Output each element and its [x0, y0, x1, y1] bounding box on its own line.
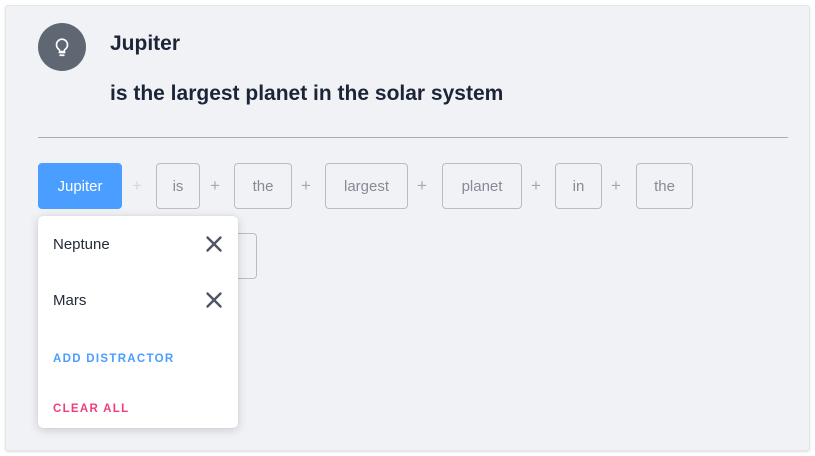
token-in[interactable]: in [555, 163, 602, 209]
answer-word: Jupiter [110, 32, 181, 55]
plus-separator: + [531, 176, 541, 195]
distractor-label: Neptune [53, 235, 110, 253]
distractor-dropdown: Neptune Mars ADD DISTRACTOR CLEAR ALL [38, 216, 238, 428]
plus-separator: + [132, 176, 142, 195]
distractor-option: Neptune [53, 231, 224, 257]
token-the[interactable]: the [234, 163, 292, 209]
lightbulb-icon [38, 23, 86, 71]
plus-separator: + [611, 176, 621, 195]
token-the-2[interactable]: the [636, 163, 693, 209]
sentence-text: is the largest planet in the solar syste… [110, 82, 504, 105]
add-distractor-button[interactable]: ADD DISTRACTOR [53, 353, 175, 365]
close-icon[interactable] [204, 234, 224, 254]
close-icon[interactable] [204, 290, 224, 310]
divider [38, 137, 788, 138]
token-planet[interactable]: planet [442, 163, 522, 209]
token-largest[interactable]: largest [325, 163, 408, 209]
clear-all-button[interactable]: CLEAR ALL [53, 403, 129, 415]
distractor-label: Mars [53, 291, 87, 309]
distractor-option: Mars [53, 287, 224, 313]
plus-separator: + [301, 176, 311, 195]
token-is[interactable]: is [156, 163, 200, 209]
editor-panel: Jupiter is the largest planet in the sol… [6, 6, 809, 450]
token-jupiter[interactable]: Jupiter [38, 163, 122, 209]
plus-separator: + [210, 176, 220, 195]
plus-separator: + [417, 176, 427, 195]
